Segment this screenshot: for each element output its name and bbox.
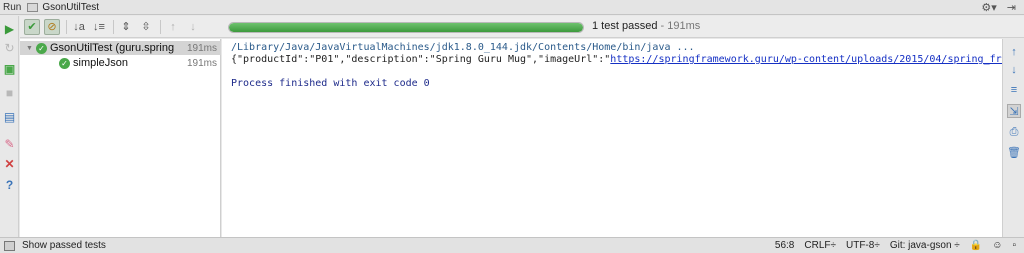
separator	[160, 19, 161, 34]
file-encoding[interactable]: UTF-8÷	[846, 240, 880, 251]
collapse-all-icon[interactable]: ⇳	[138, 19, 154, 35]
right-toolbar: ↑ ↓ ≡ ⇲ ⎙ 🗑	[1002, 39, 1024, 237]
separator	[113, 19, 114, 34]
cursor-position[interactable]: 56:8	[775, 240, 794, 251]
tree-item-time: 191ms	[186, 42, 217, 54]
hide-panel-icon[interactable]: ⇥	[1007, 1, 1016, 14]
pin-icon[interactable]: ✎	[3, 137, 16, 150]
expand-all-icon[interactable]: ⇕	[118, 19, 134, 35]
next-failed-icon[interactable]: ↓	[185, 19, 201, 35]
console-finished: Process finished with exit code 0	[231, 78, 430, 89]
scroll-down-icon[interactable]: ↓	[1007, 63, 1021, 77]
help-icon[interactable]: ?	[3, 178, 16, 191]
stop-icon[interactable]: ■	[3, 86, 16, 99]
toggle-auto-test-icon[interactable]: ▣	[3, 62, 16, 75]
event-log-icon[interactable]: ▫	[1012, 240, 1016, 251]
run-tab-label: GsonUtilTest	[42, 1, 100, 13]
console-output[interactable]: /Library/Java/JavaVirtualMachines/jdk1.8…	[222, 39, 1002, 237]
test-duration: - 191ms	[657, 20, 701, 32]
sort-duration-icon[interactable]: ↓≡	[91, 19, 107, 35]
status-bar: Show passed tests 56:8 CRLF÷ UTF-8÷ Git:…	[0, 237, 1024, 253]
soft-wrap-icon[interactable]: ≡	[1007, 83, 1021, 97]
git-branch[interactable]: Git: java-gson ÷	[890, 240, 960, 251]
tree-item-label: simpleJson	[73, 57, 129, 69]
run-config-icon	[27, 2, 39, 12]
progress-fill	[229, 23, 583, 32]
title-bar: Run GsonUtilTest ⚙▾ ⇥	[0, 0, 1024, 15]
close-icon[interactable]: ✕	[3, 157, 16, 170]
test-progress-bar	[228, 22, 584, 33]
test-toolbar: ✔ ⊘ ↓a ↓≡ ⇕ ⇳ ↑ ↓ 1 test passed - 191ms	[20, 16, 1024, 38]
layout-icon[interactable]: ▤	[3, 110, 16, 123]
tool-window-toggle-icon[interactable]	[4, 240, 15, 251]
trash-icon[interactable]: 🗑	[1007, 145, 1021, 159]
console-command[interactable]: /Library/Java/JavaVirtualMachines/jdk1.8…	[231, 42, 695, 53]
show-passed-icon[interactable]: ✔	[24, 18, 40, 35]
console-output-line: {"productId":"P01","description":"Spring…	[231, 54, 1002, 65]
scroll-up-icon[interactable]: ↑	[1007, 45, 1021, 59]
tree-item-label: GsonUtilTest (guru.spring	[50, 42, 175, 54]
passed-check-icon: ✓	[36, 42, 47, 54]
print-icon[interactable]: ⎙	[1007, 125, 1021, 139]
test-status-label: 1 test passed	[592, 20, 658, 32]
run-label: Run	[3, 1, 22, 13]
tree-item-test[interactable]: ✓ simpleJson 191ms	[20, 56, 221, 70]
test-tree: ▼ ✓ GsonUtilTest (guru.spring 191ms ✓ si…	[20, 39, 221, 237]
tree-item-suite[interactable]: ▼ ✓ GsonUtilTest (guru.spring 191ms	[20, 41, 221, 55]
gear-icon[interactable]: ⚙▾	[981, 1, 996, 14]
scroll-to-end-icon[interactable]: ⇲	[1007, 104, 1021, 118]
sort-alpha-icon[interactable]: ↓a	[71, 19, 87, 35]
status-message: Show passed tests	[22, 240, 106, 251]
run-tab[interactable]: GsonUtilTest	[27, 2, 99, 13]
test-status: 1 test passed - 191ms	[592, 20, 700, 32]
rerun-failed-icon[interactable]: ↻	[3, 41, 16, 54]
previous-failed-icon[interactable]: ↑	[165, 19, 181, 35]
expand-arrow-icon[interactable]: ▼	[26, 45, 36, 52]
inspector-icon[interactable]: ☺	[992, 240, 1002, 251]
console-link[interactable]: https://springframework.guru/wp-content/…	[610, 54, 1002, 65]
left-toolbar: ▶ ↻ ▣ ■ ▤ ✎ ✕ ?	[0, 16, 19, 237]
line-separator[interactable]: CRLF÷	[804, 240, 836, 251]
separator	[66, 19, 67, 34]
lock-icon[interactable]: 🔒	[970, 240, 982, 251]
run-icon[interactable]: ▶	[3, 22, 16, 35]
show-ignored-icon[interactable]: ⊘	[44, 18, 60, 35]
passed-check-icon: ✓	[59, 57, 70, 69]
console-json-text: {"productId":"P01","description":"Spring…	[231, 54, 611, 65]
tree-item-time: 191ms	[186, 57, 217, 69]
